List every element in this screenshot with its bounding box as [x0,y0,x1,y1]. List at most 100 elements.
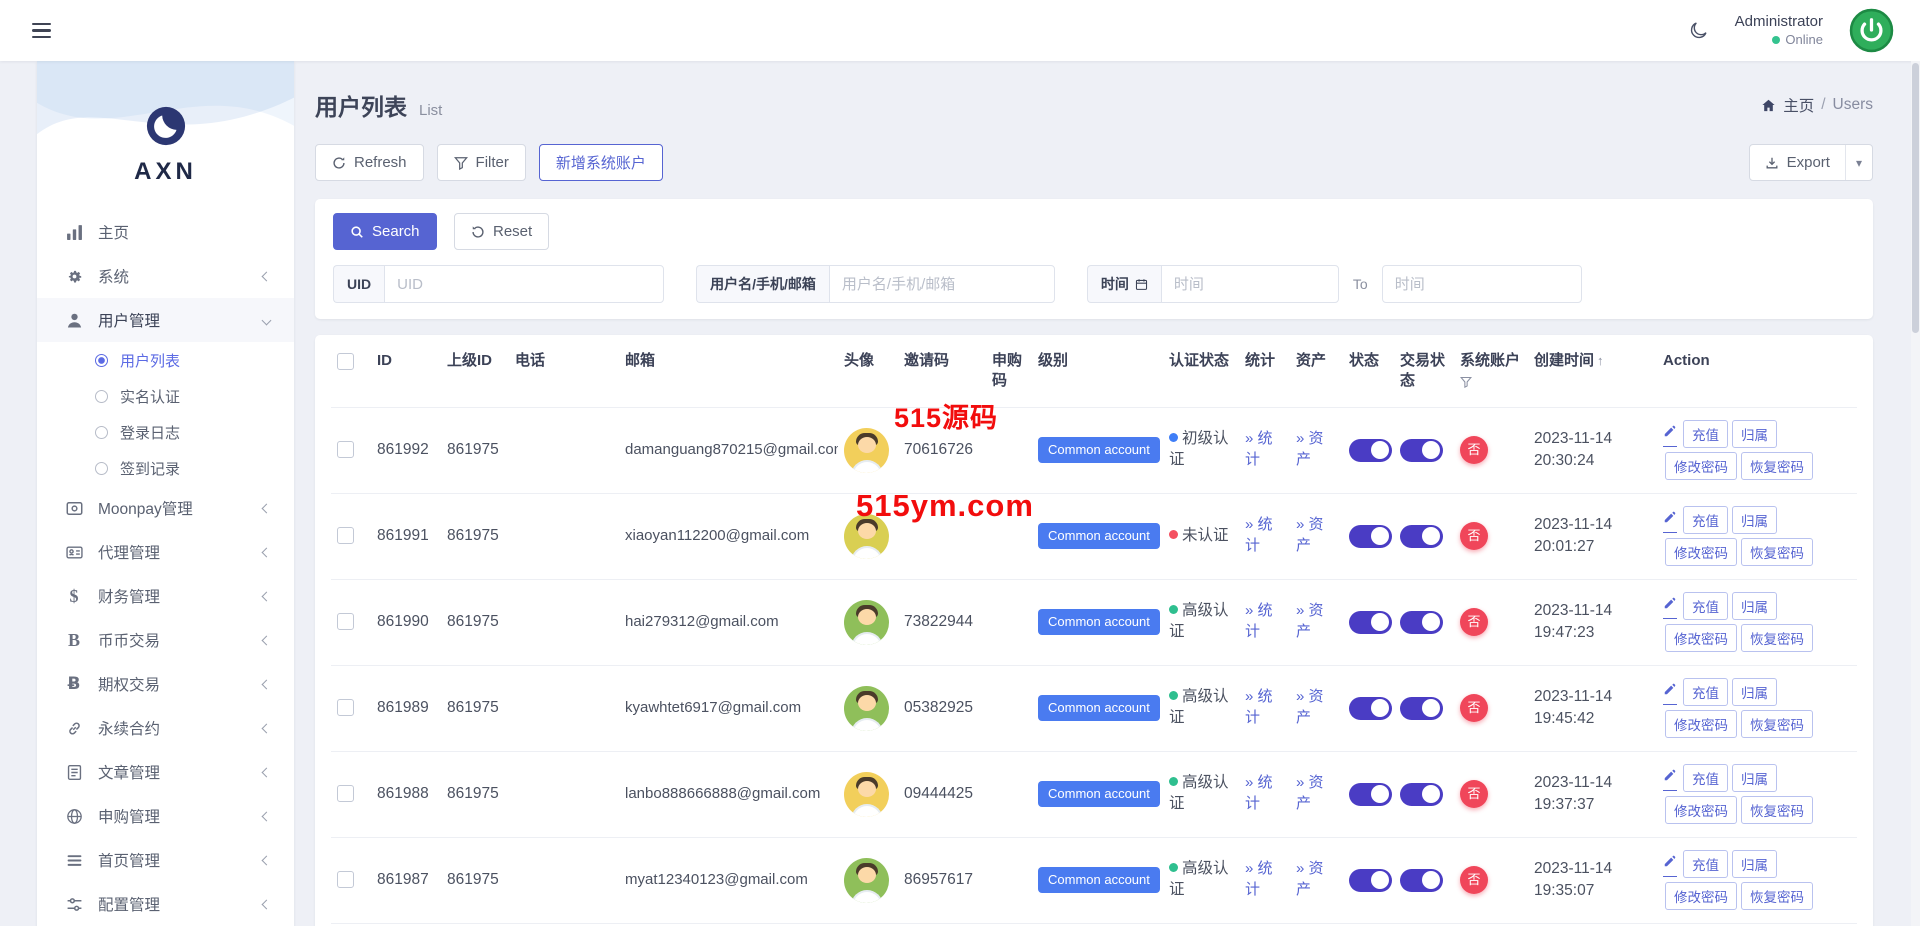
column-header[interactable]: Action [1657,335,1857,407]
time-to-input[interactable] [1382,265,1582,303]
recharge-button[interactable]: 充值 [1683,420,1728,448]
status-toggle[interactable] [1349,525,1392,548]
dark-mode-icon[interactable] [1688,20,1709,41]
hamburger-menu-icon[interactable] [26,17,57,44]
trade-status-toggle[interactable] [1400,611,1443,634]
stats-link[interactable]: » 统计 [1245,688,1273,726]
column-header[interactable]: 邮箱 [619,335,838,407]
sidebar-item[interactable]: 主页 [37,210,294,254]
filter-button[interactable]: Filter [437,144,526,181]
scrollbar[interactable] [1911,61,1920,926]
edit-icon[interactable] [1663,682,1677,705]
restore-password-button[interactable]: 恢复密码 [1741,710,1813,738]
sidebar-item[interactable]: Moonpay管理 [37,486,294,530]
trade-status-toggle[interactable] [1400,783,1443,806]
sidebar-subitem[interactable]: 用户列表 [37,342,294,378]
column-header[interactable]: 上级ID [441,335,509,407]
sidebar-subitem[interactable]: 实名认证 [37,378,294,414]
change-password-button[interactable]: 修改密码 [1665,796,1737,824]
time-from-input[interactable] [1161,265,1339,303]
belong-button[interactable]: 归属 [1732,850,1777,878]
column-header[interactable]: 系统账户 [1454,335,1528,407]
belong-button[interactable]: 归属 [1732,764,1777,792]
recharge-button[interactable]: 充值 [1683,678,1728,706]
stats-link[interactable]: » 统计 [1245,602,1273,640]
belong-button[interactable]: 归属 [1732,678,1777,706]
chevron-down-icon[interactable]: ▾ [1845,145,1872,180]
column-header[interactable]: ID [371,335,441,407]
sidebar-item[interactable]: 代理管理 [37,530,294,574]
restore-password-button[interactable]: 恢复密码 [1741,796,1813,824]
restore-password-button[interactable]: 恢复密码 [1741,538,1813,566]
column-header[interactable]: 认证状态 [1163,335,1239,407]
column-header[interactable]: 创建时间↑ [1528,335,1657,407]
restore-password-button[interactable]: 恢复密码 [1741,452,1813,480]
restore-password-button[interactable]: 恢复密码 [1741,882,1813,910]
sidebar-subitem[interactable]: 登录日志 [37,414,294,450]
belong-button[interactable]: 归属 [1732,592,1777,620]
trade-status-toggle[interactable] [1400,439,1443,462]
sidebar-item[interactable]: $ 财务管理 [37,574,294,618]
column-header[interactable]: 头像 [838,335,898,407]
row-checkbox[interactable] [337,699,354,716]
user-avatar[interactable] [1849,8,1894,53]
column-filter-icon[interactable] [1460,374,1522,394]
sidebar-subitem[interactable]: 签到记录 [37,450,294,486]
row-checkbox[interactable] [337,527,354,544]
column-header[interactable]: 状态 [1343,335,1394,407]
avatar[interactable] [844,686,889,731]
edit-icon[interactable] [1663,424,1677,447]
stats-link[interactable]: » 统计 [1245,774,1273,812]
restore-password-button[interactable]: 恢复密码 [1741,624,1813,652]
uid-input[interactable] [384,265,664,303]
sidebar-item[interactable]: 文章管理 [37,750,294,794]
edit-icon[interactable] [1663,596,1677,619]
search-button[interactable]: Search [333,213,437,250]
assets-link[interactable]: » 资产 [1296,860,1324,898]
reset-button[interactable]: Reset [454,213,549,250]
breadcrumb-home[interactable]: 主页 [1783,94,1814,116]
status-toggle[interactable] [1349,869,1392,892]
assets-link[interactable]: » 资产 [1296,602,1324,640]
change-password-button[interactable]: 修改密码 [1665,624,1737,652]
scrollbar-thumb[interactable] [1912,63,1919,333]
avatar[interactable] [844,858,889,903]
sidebar-item[interactable]: 用户管理 [37,298,294,342]
assets-link[interactable]: » 资产 [1296,516,1324,554]
column-header[interactable]: 统计 [1239,335,1290,407]
belong-button[interactable]: 归属 [1732,420,1777,448]
add-system-account-button[interactable]: 新增系统账户 [539,144,663,181]
stats-link[interactable]: » 统计 [1245,516,1273,554]
change-password-button[interactable]: 修改密码 [1665,538,1737,566]
sidebar-item[interactable]: 系统 [37,254,294,298]
row-checkbox[interactable] [337,441,354,458]
trade-status-toggle[interactable] [1400,697,1443,720]
recharge-button[interactable]: 充值 [1683,592,1728,620]
change-password-button[interactable]: 修改密码 [1665,882,1737,910]
avatar[interactable] [844,428,889,473]
column-header[interactable]: 资产 [1290,335,1343,407]
sidebar-item[interactable]: B 币币交易 [37,618,294,662]
belong-button[interactable]: 归属 [1732,506,1777,534]
status-toggle[interactable] [1349,783,1392,806]
edit-icon[interactable] [1663,510,1677,533]
column-header[interactable]: 申购码 [986,335,1032,407]
stats-link[interactable]: » 统计 [1245,860,1273,898]
sidebar-item[interactable]: 永续合约 [37,706,294,750]
column-header[interactable]: 交易状态 [1394,335,1454,407]
row-checkbox[interactable] [337,871,354,888]
status-toggle[interactable] [1349,439,1392,462]
assets-link[interactable]: » 资产 [1296,688,1324,726]
user-input[interactable] [829,265,1055,303]
trade-status-toggle[interactable] [1400,869,1443,892]
change-password-button[interactable]: 修改密码 [1665,452,1737,480]
row-checkbox[interactable] [337,785,354,802]
avatar[interactable] [844,514,889,559]
refresh-button[interactable]: Refresh [315,144,424,181]
user-info[interactable]: Administrator Online [1735,13,1823,48]
export-button[interactable]: Export ▾ [1749,144,1873,181]
assets-link[interactable]: » 资产 [1296,430,1324,468]
edit-icon[interactable] [1663,854,1677,877]
recharge-button[interactable]: 充值 [1683,506,1728,534]
sidebar-item[interactable]: Ƀ 期权交易 [37,662,294,706]
